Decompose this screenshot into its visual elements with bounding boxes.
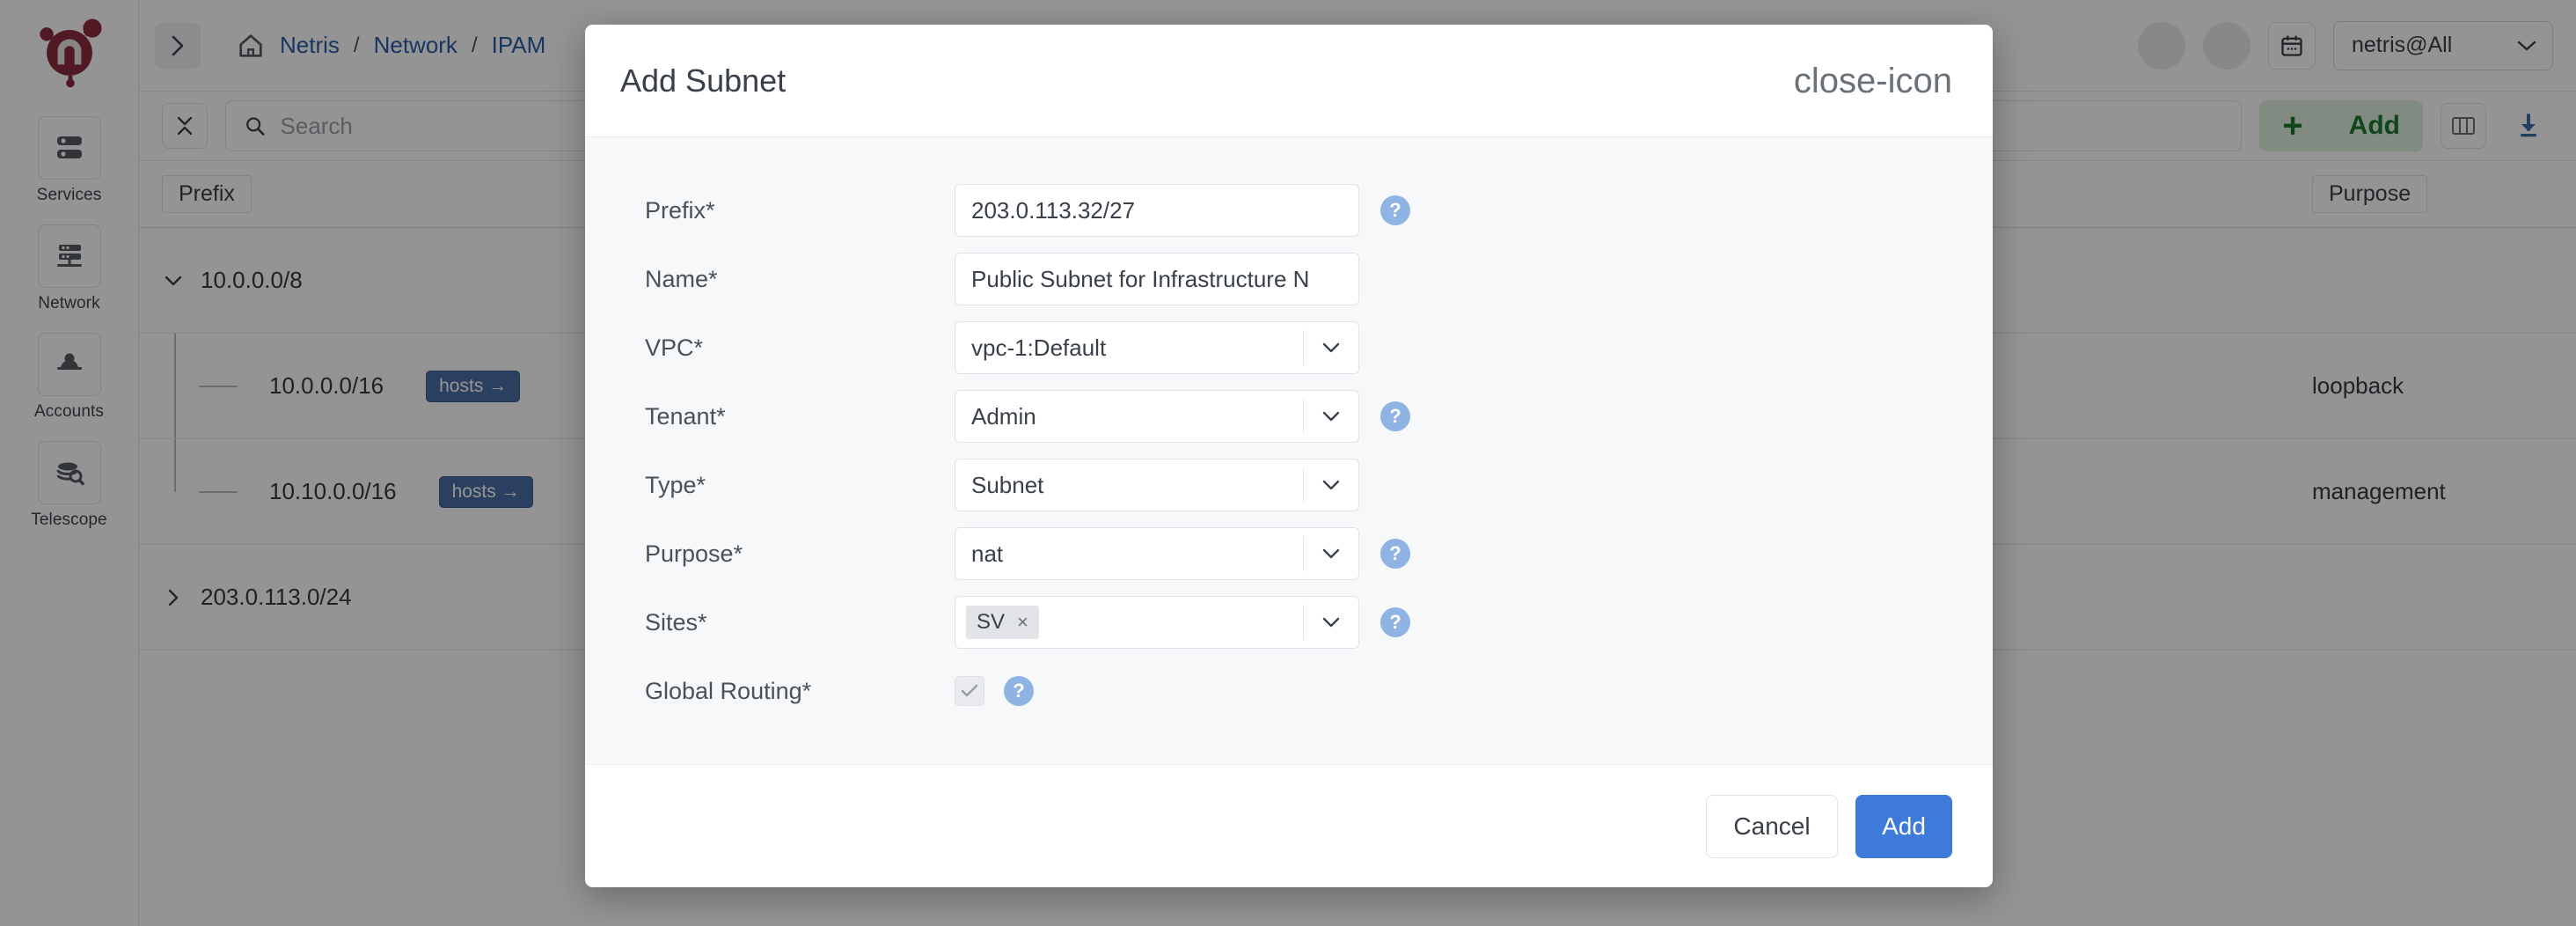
tenant-select-value: Admin xyxy=(971,402,1036,430)
modal-body: Prefix* ? Name* VPC* vpc-1:Default xyxy=(585,137,1993,764)
field-label-prefix: Prefix* xyxy=(645,196,715,224)
chevron-down-icon xyxy=(1304,478,1358,492)
field-control-tenant: Admin xyxy=(955,390,1359,443)
modal-title: Add Subnet xyxy=(620,62,787,99)
tenant-select[interactable]: Admin xyxy=(955,390,1359,443)
help-icon[interactable]: ? xyxy=(1380,607,1410,637)
field-control-purpose: nat xyxy=(955,527,1359,580)
chevron-down-icon xyxy=(1304,409,1358,423)
chevron-down-icon xyxy=(1304,547,1358,561)
field-row-type: Type* Subnet xyxy=(620,451,1958,519)
prefix-input[interactable] xyxy=(955,184,1359,237)
field-row-sites: Sites* SV × ? xyxy=(620,588,1958,657)
field-label-sites: Sites* xyxy=(645,608,707,636)
field-control-sites: SV × xyxy=(955,596,1359,649)
chevron-down-icon xyxy=(1304,341,1358,355)
field-row-prefix: Prefix* ? xyxy=(620,176,1958,245)
sites-multiselect[interactable]: SV × xyxy=(955,596,1359,649)
sites-selected-tags: SV × xyxy=(955,606,1303,639)
field-label-vpc: VPC* xyxy=(645,334,704,361)
field-label-name: Name* xyxy=(645,265,718,292)
submit-add-button[interactable]: Add xyxy=(1855,794,1952,858)
help-icon[interactable]: ? xyxy=(1004,676,1034,706)
type-select-value: Subnet xyxy=(971,471,1044,498)
purpose-select-value: nat xyxy=(971,540,1004,567)
help-purpose[interactable]: ? xyxy=(1380,539,1410,569)
vpc-select[interactable]: vpc-1:Default xyxy=(955,321,1359,374)
help-tenant[interactable]: ? xyxy=(1380,401,1410,431)
help-icon[interactable]: ? xyxy=(1380,539,1410,569)
field-control-global-routing: ? xyxy=(955,676,1359,706)
field-row-vpc: VPC* vpc-1:Default xyxy=(620,313,1958,382)
chevron-down-icon xyxy=(1304,615,1358,629)
global-routing-checkbox[interactable] xyxy=(955,676,984,706)
field-label-global-routing: Global Routing* xyxy=(645,677,812,704)
help-prefix[interactable]: ? xyxy=(1380,195,1410,225)
field-label-tenant: Tenant* xyxy=(645,402,726,430)
field-row-name: Name* xyxy=(620,245,1958,313)
field-control-type: Subnet xyxy=(955,459,1359,511)
field-control-name xyxy=(955,253,1359,305)
purpose-select[interactable]: nat xyxy=(955,527,1359,580)
remove-tag-icon[interactable]: × xyxy=(1017,611,1028,634)
site-tag: SV × xyxy=(966,606,1039,639)
field-label-type: Type* xyxy=(645,471,706,498)
checkmark-icon xyxy=(961,684,978,697)
field-row-purpose: Purpose* nat ? xyxy=(620,519,1958,588)
modal-header: Add Subnet close-icon xyxy=(585,25,1993,137)
help-icon[interactable]: ? xyxy=(1380,401,1410,431)
modal-footer: Cancel Add xyxy=(585,764,1993,887)
type-select[interactable]: Subnet xyxy=(955,459,1359,511)
site-tag-label: SV xyxy=(977,610,1006,634)
help-sites[interactable]: ? xyxy=(1380,607,1410,637)
field-control-vpc: vpc-1:Default xyxy=(955,321,1359,374)
help-icon[interactable]: ? xyxy=(1380,195,1410,225)
close-icon[interactable]: close-icon xyxy=(1794,63,1952,99)
vpc-select-value: vpc-1:Default xyxy=(971,334,1107,361)
field-control-prefix xyxy=(955,184,1359,237)
add-subnet-modal: Add Subnet close-icon Prefix* ? Name* VP… xyxy=(585,25,1993,887)
field-row-tenant: Tenant* Admin ? xyxy=(620,382,1958,451)
field-label-purpose: Purpose* xyxy=(645,540,743,567)
name-input[interactable] xyxy=(955,253,1359,305)
field-row-global-routing: Global Routing* ? xyxy=(620,657,1958,725)
cancel-button[interactable]: Cancel xyxy=(1706,794,1838,858)
